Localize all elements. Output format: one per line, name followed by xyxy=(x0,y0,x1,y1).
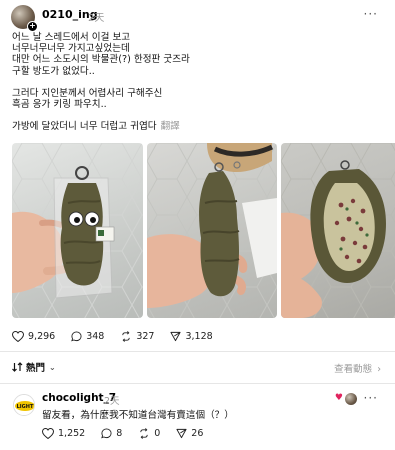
post-line: 흑곰 응가 키링 파우치.. xyxy=(12,99,107,111)
share-icon xyxy=(176,428,187,439)
reply-text: 留友看，為什麼我不知道台灣有賣這個（？） xyxy=(42,410,234,421)
reply-repost-button[interactable]: 0 xyxy=(138,428,160,439)
photo-opened-pouch-image xyxy=(281,143,395,318)
chevron-right-icon: › xyxy=(377,364,381,375)
photo-carousel[interactable] xyxy=(12,143,395,318)
repost-count: 327 xyxy=(136,330,155,342)
follow-plus-icon[interactable]: + xyxy=(27,21,38,32)
reply-more-options-icon[interactable]: ··· xyxy=(364,391,378,405)
reply-comment-count: 8 xyxy=(116,428,123,439)
comment-icon xyxy=(101,428,112,439)
reply-repost-count: 0 xyxy=(154,428,161,439)
divider xyxy=(0,351,395,352)
divider xyxy=(0,383,395,384)
photo-packaged-keyring-image xyxy=(12,143,143,318)
share-icon xyxy=(170,331,182,341)
repost-button[interactable]: 327 xyxy=(120,331,154,342)
sort-label: 熱門 xyxy=(26,363,46,374)
share-button[interactable]: 3,128 xyxy=(170,330,213,342)
post-line: 가방에 달았더니 너무 더럽고 귀엽다 xyxy=(12,121,157,133)
post-action-bar: 9,296 348 327 3,128 xyxy=(12,329,229,343)
photo-opened-pouch[interactable] xyxy=(281,143,395,318)
repost-icon xyxy=(122,330,131,342)
like-button[interactable]: 9,296 xyxy=(12,330,56,342)
more-options-icon[interactable]: ··· xyxy=(364,7,378,21)
reply-like-count: 1,252 xyxy=(58,428,86,439)
post-line: 어느 날 스레드에서 이걸 보고 xyxy=(12,32,131,43)
view-activity-link[interactable]: 查看動態 › xyxy=(334,361,381,375)
comment-icon xyxy=(71,330,82,341)
repost-icon xyxy=(140,428,148,439)
reply-avatar-text: LIGHT xyxy=(17,404,34,410)
post-body: 어느 날 스레드에서 이걸 보고 너무너무너무 가지고싶었는데 대만 어느 소도… xyxy=(12,32,382,132)
photo-packaged-keyring[interactable] xyxy=(12,143,143,318)
photo-held-pouch-image xyxy=(147,143,277,318)
post-line: 너무너무너무 가지고싶었는데 xyxy=(12,43,130,55)
heart-icon xyxy=(12,330,24,342)
comment-button[interactable]: 348 xyxy=(71,331,104,342)
post-line: 그러다 지인분께서 어렵사리 구해주신 xyxy=(12,87,163,99)
light-logo-icon: LIGHT xyxy=(14,395,34,415)
sort-icon xyxy=(12,362,23,372)
photo-held-pouch[interactable] xyxy=(147,143,277,318)
sort-dropdown[interactable]: 熱門 ⌄ xyxy=(12,360,56,374)
post-time: 2天 xyxy=(88,13,105,24)
reply-share-button[interactable]: 26 xyxy=(176,428,203,439)
heart-icon xyxy=(42,428,54,439)
author-avatar[interactable]: + xyxy=(11,5,38,32)
reply-share-count: 26 xyxy=(191,428,204,439)
share-count: 3,128 xyxy=(185,330,213,342)
post-line-last: 가방에 달았더니 너무 더럽고 귀엽다 翻譯 xyxy=(12,121,382,132)
reply-comment-button[interactable]: 8 xyxy=(101,428,122,439)
view-activity-label: 查看動態 xyxy=(334,364,373,375)
reply-time: 2天 xyxy=(104,396,120,407)
chevron-down-icon: ⌄ xyxy=(49,362,56,372)
reply-action-bar: 1,252 8 0 26 xyxy=(42,428,219,439)
reply-avatar[interactable]: LIGHT xyxy=(13,394,35,416)
author-liked-avatar xyxy=(345,393,357,405)
comment-count: 348 xyxy=(86,330,105,342)
post-line: 대만 어느 소도시의 박물관(?) 한정판 굿즈라 xyxy=(12,54,190,66)
reply-like-button[interactable]: 1,252 xyxy=(42,428,85,439)
author-liked-heart-icon: ♥ xyxy=(334,393,343,403)
like-count: 9,296 xyxy=(28,330,56,342)
post-line: 구할 방도가 없었다.. xyxy=(12,65,95,77)
translate-link[interactable]: 翻譯 xyxy=(161,121,180,132)
